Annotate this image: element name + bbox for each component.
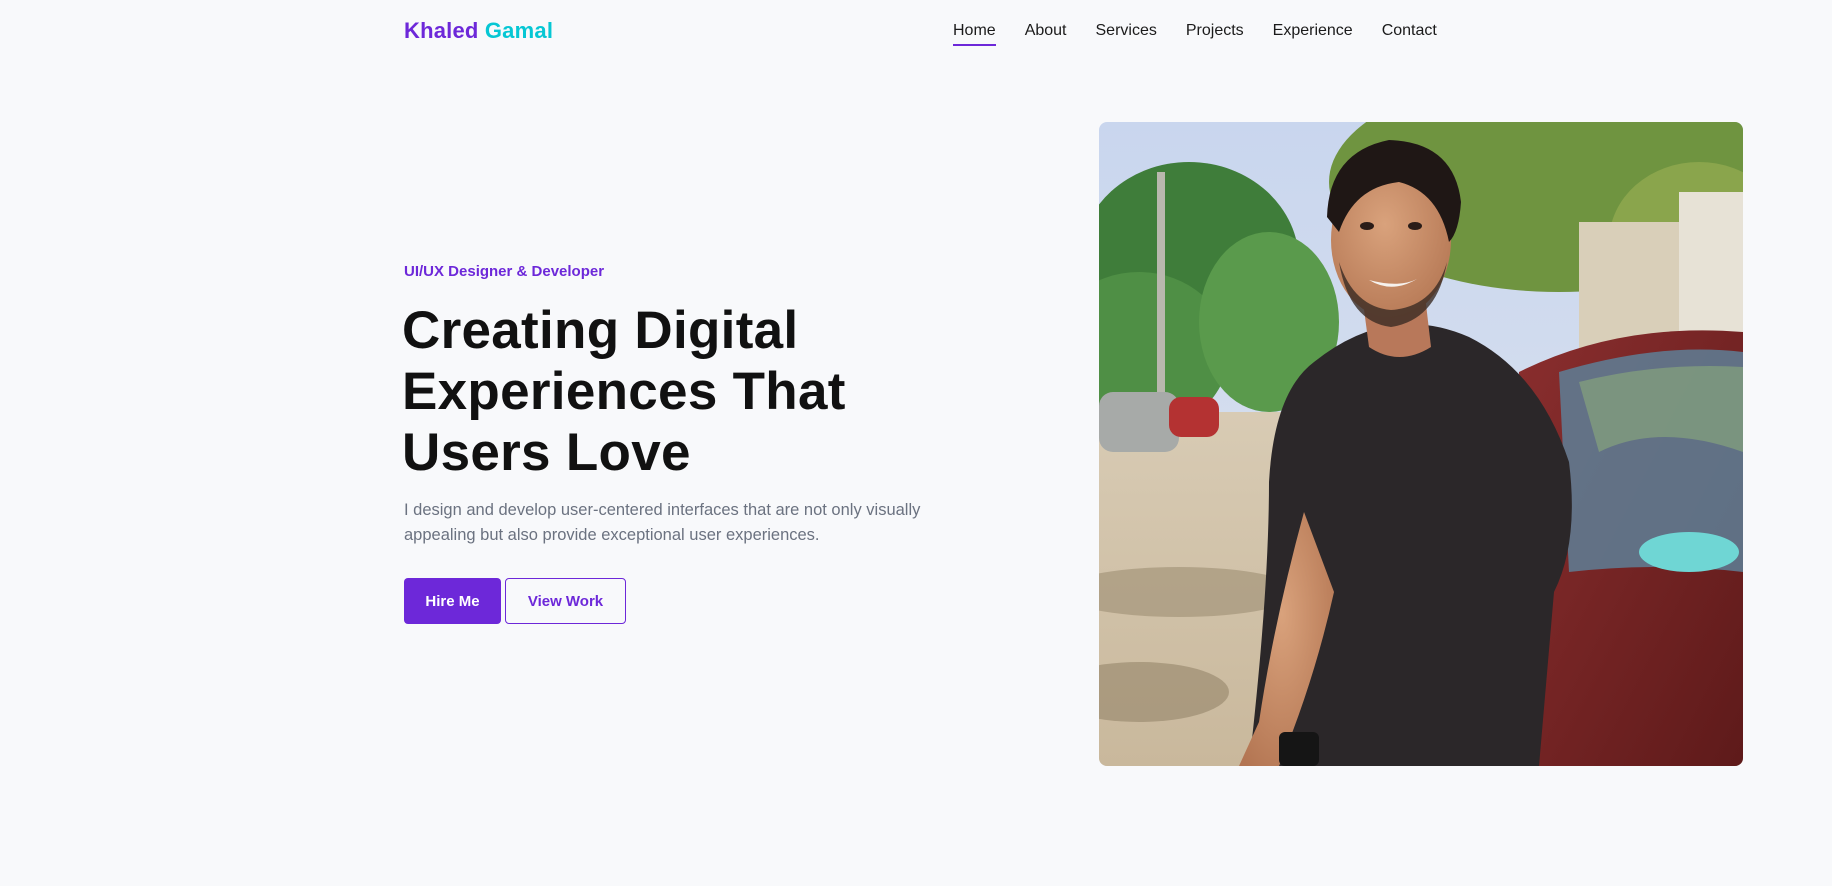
hero-description: I design and develop user-centered inter… — [404, 501, 921, 544]
hero-headline: Creating Digital Experiences That Users … — [402, 301, 846, 482]
hire-me-button[interactable]: Hire Me — [404, 578, 501, 624]
logo[interactable]: Khaled Gamal — [404, 18, 553, 44]
nav-link-projects[interactable]: Projects — [1186, 22, 1244, 46]
view-work-button[interactable]: View Work — [505, 578, 626, 624]
logo-last-name: Gamal — [484, 18, 554, 43]
nav-link-contact[interactable]: Contact — [1382, 22, 1437, 46]
profile-photo-illustration — [1099, 122, 1743, 766]
nav-link-about[interactable]: About — [1025, 22, 1067, 46]
nav-link-home[interactable]: Home — [953, 22, 996, 46]
logo-first-name: Khaled — [404, 18, 479, 43]
nav-link-services[interactable]: Services — [1096, 22, 1157, 46]
nav-link-experience[interactable]: Experience — [1273, 22, 1353, 46]
profile-photo — [1099, 122, 1743, 766]
hero-eyebrow: UI/UX Designer & Developer — [404, 263, 605, 280]
main-nav: Home About Services Projects Experience … — [953, 22, 1466, 46]
